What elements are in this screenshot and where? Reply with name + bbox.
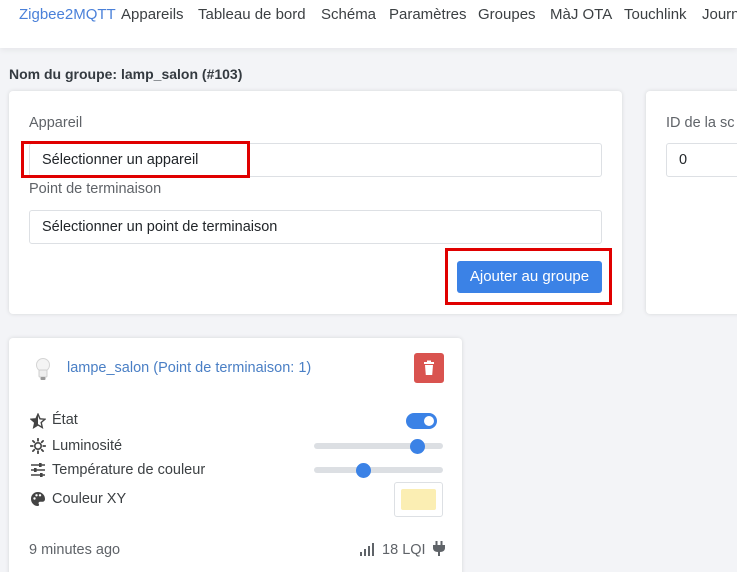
- feature-color-xy-label: Couleur XY: [52, 491, 127, 507]
- state-toggle[interactable]: [406, 413, 437, 429]
- add-device-card: Appareil Sélectionner un appareil Point …: [9, 91, 622, 314]
- nav-brand[interactable]: Zigbee2MQTT: [19, 6, 116, 23]
- add-to-group-button[interactable]: Ajouter au groupe: [457, 261, 602, 293]
- sliders-icon: [31, 463, 45, 477]
- endpoint-label: Point de terminaison: [29, 181, 162, 197]
- device-select[interactable]: Sélectionner un appareil: [29, 143, 602, 177]
- scene-id-label: ID de la sc: [666, 115, 735, 131]
- scene-id-input[interactable]: 0: [666, 143, 737, 177]
- member-device-link[interactable]: lampe_salon (Point de terminaison: 1): [67, 360, 311, 376]
- nav-item-tableau-de-bord[interactable]: Tableau de bord: [198, 6, 306, 23]
- nav-item-parametres[interactable]: Paramètres: [389, 6, 467, 23]
- lqi-value: 18 LQI: [382, 542, 426, 558]
- feature-brightness-label: Luminosité: [52, 438, 123, 454]
- trash-icon: [424, 360, 434, 375]
- brightness-slider[interactable]: [314, 438, 443, 454]
- color-temp-slider[interactable]: [314, 462, 443, 478]
- nav-item-schema[interactable]: Schéma: [321, 6, 376, 23]
- plug-icon: [432, 541, 445, 556]
- nav-item-journal[interactable]: Journ: [702, 6, 737, 23]
- endpoint-select[interactable]: Sélectionner un point de terminaison: [29, 210, 602, 244]
- color-picker[interactable]: [394, 482, 443, 517]
- palette-icon: [31, 492, 45, 506]
- device-label: Appareil: [29, 115, 83, 131]
- feature-color-temp-label: Température de couleur: [52, 462, 206, 478]
- top-navbar: Zigbee2MQTT Appareils Tableau de bord Sc…: [0, 0, 737, 48]
- nav-item-maj-ota[interactable]: MàJ OTA: [550, 6, 612, 23]
- color-temp-slider-thumb[interactable]: [355, 462, 371, 478]
- brightness-slider-thumb[interactable]: [409, 438, 425, 454]
- group-title: Nom du groupe: lamp_salon (#103): [9, 66, 243, 82]
- nav-item-appareils[interactable]: Appareils: [121, 6, 184, 23]
- group-member-card: lampe_salon (Point de terminaison: 1) Ét…: [9, 338, 462, 572]
- remove-member-button[interactable]: [414, 353, 444, 383]
- toggle-knob: [424, 416, 434, 426]
- nav-item-touchlink[interactable]: Touchlink: [624, 6, 687, 23]
- color-swatch: [401, 489, 436, 510]
- sun-icon: [30, 438, 46, 454]
- nav-item-groupes[interactable]: Groupes: [478, 6, 536, 23]
- feature-state-label: État: [52, 412, 78, 428]
- last-seen: 9 minutes ago: [29, 542, 121, 558]
- signal-icon: [360, 543, 374, 556]
- star-half-icon: [30, 413, 46, 429]
- bulb-icon: [36, 358, 50, 380]
- link-quality: 18 LQI: [360, 541, 445, 558]
- scene-card: ID de la sc 0: [646, 91, 737, 314]
